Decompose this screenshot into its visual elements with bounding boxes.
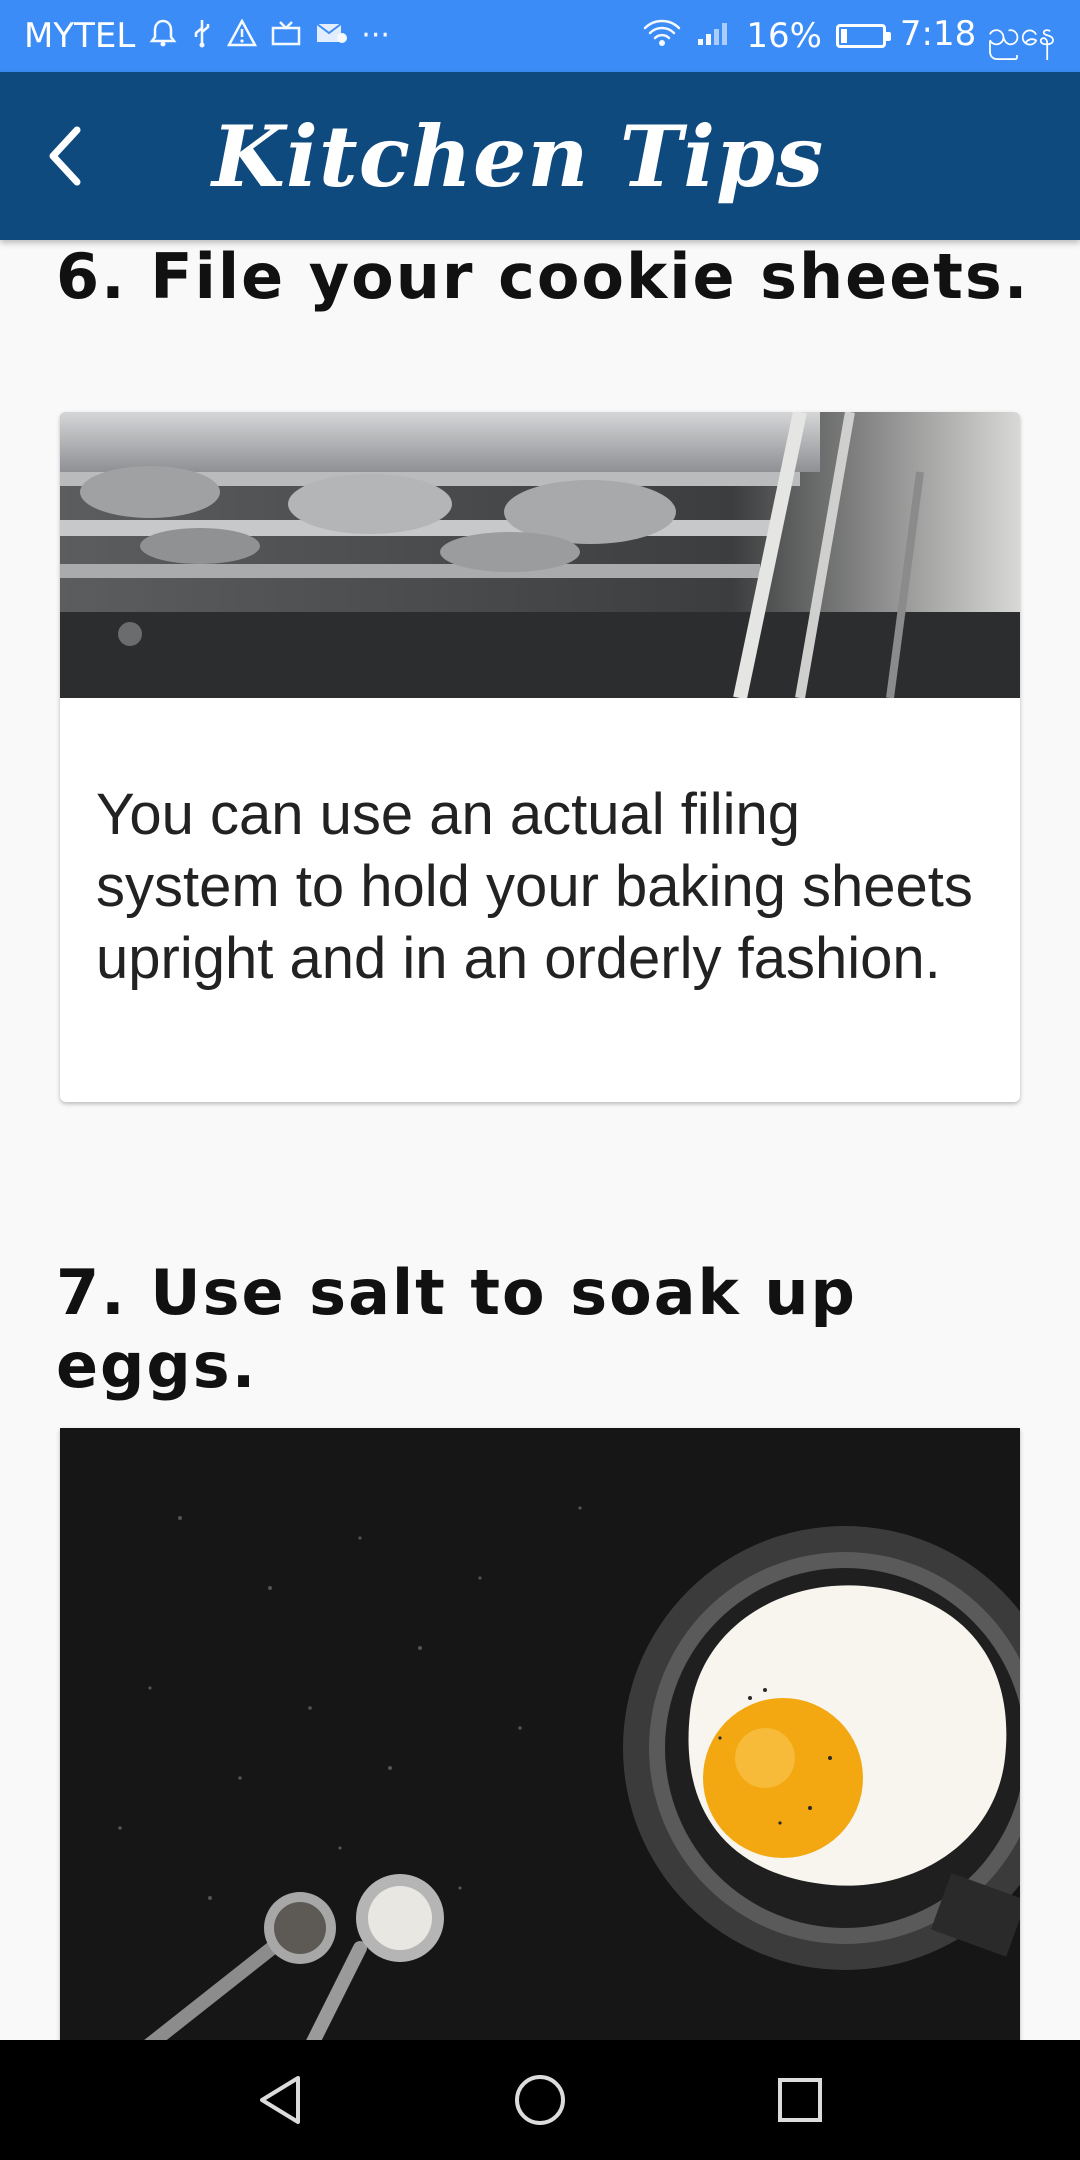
home-circle-icon: [515, 2075, 565, 2125]
back-arrow-icon: [49, 126, 81, 186]
signal-icon: [696, 19, 732, 53]
recents-square-icon: [778, 2078, 822, 2122]
tip-card-6: You can use an actual filing system to h…: [60, 412, 1020, 1102]
tip-card-7: [60, 1428, 1020, 2040]
clock: 7:18 ညနေ: [899, 13, 1056, 54]
tips-list[interactable]: 6. File your cookie sheets. You can use …: [0, 240, 1080, 2040]
carrier-name: MYTEL: [24, 16, 136, 56]
fried-egg-image: [60, 1428, 1020, 2040]
status-bar-right: 16% 7:18 ညနေ: [642, 11, 1056, 62]
nav-recents-button[interactable]: [740, 2040, 860, 2160]
app-bar: Kitchen Tips: [0, 72, 1080, 240]
app-title: Kitchen Tips: [212, 106, 825, 206]
nav-back-button[interactable]: [220, 2040, 340, 2160]
battery-level: [840, 29, 847, 43]
battery-icon: [835, 24, 891, 48]
usb-icon: [191, 18, 213, 54]
screen-icon: [271, 20, 301, 52]
mail-icon: [315, 20, 348, 52]
status-bar: MYTEL ··· 16% 7:18 ညနေ: [0, 0, 1080, 72]
back-triangle-icon: [260, 2076, 300, 2124]
more-icon: ···: [361, 18, 390, 53]
status-bar-left: MYTEL ···: [24, 16, 390, 56]
back-button[interactable]: [0, 72, 130, 240]
warning-icon: [227, 18, 258, 53]
notification-bell-icon: [149, 18, 177, 54]
tip-heading-7: 7. Use salt to soak up eggs.: [56, 1256, 857, 1402]
tip-body-6: You can use an actual filing system to h…: [96, 782, 973, 991]
wifi-icon: [642, 18, 682, 54]
baking-pans-image: [60, 412, 1020, 700]
tip-heading-6: 6. File your cookie sheets.: [56, 240, 1030, 313]
nav-home-button[interactable]: [480, 2040, 600, 2160]
system-nav-bar: [0, 2040, 1080, 2160]
battery-percent: 16%: [746, 16, 822, 56]
